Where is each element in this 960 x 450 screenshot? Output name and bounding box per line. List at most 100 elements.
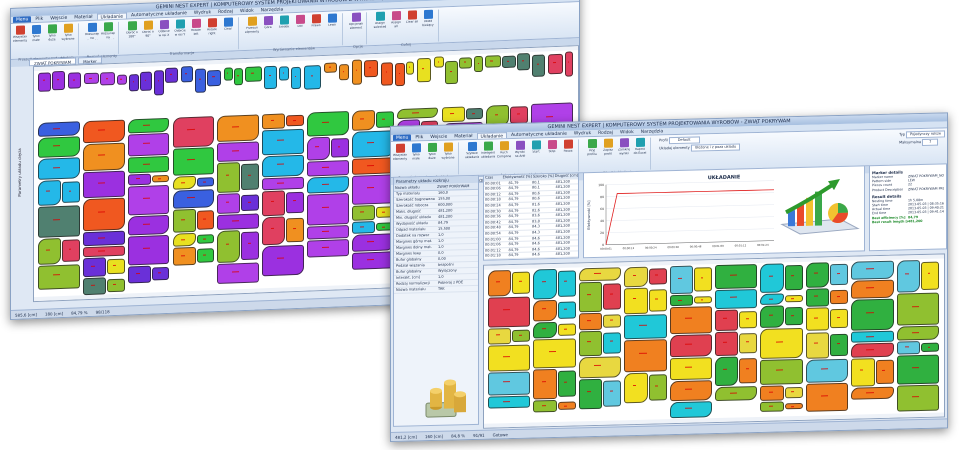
pattern-piece[interactable] <box>603 331 622 354</box>
pattern-piece[interactable] <box>760 305 784 329</box>
pattern-piece[interactable] <box>760 263 784 294</box>
pattern-piece[interactable] <box>578 267 622 281</box>
ribbon-button[interactable]: Tylko małe <box>409 143 423 175</box>
pattern-piece[interactable] <box>532 54 545 77</box>
pattern-piece[interactable] <box>557 323 576 336</box>
ribbon-tab[interactable]: Menu <box>393 134 412 141</box>
pattern-piece[interactable] <box>851 386 894 400</box>
pattern-piece[interactable] <box>603 314 622 328</box>
pattern-piece[interactable] <box>805 383 849 412</box>
pattern-piece[interactable] <box>434 56 444 68</box>
ribbon-button[interactable]: Dół <box>293 14 307 48</box>
pattern-piece[interactable] <box>307 110 349 137</box>
pattern-piece[interactable] <box>380 61 394 87</box>
pattern-piece[interactable] <box>82 230 125 246</box>
pattern-piece[interactable] <box>510 106 529 124</box>
ribbon-tab[interactable]: Wydruk <box>571 130 594 137</box>
ribbon-button[interactable]: Przesuń elementy ułożone <box>245 16 259 49</box>
pattern-piece[interactable] <box>444 60 459 85</box>
ribbon-button[interactable]: Użyj profilu <box>585 138 599 171</box>
pattern-piece[interactable] <box>217 213 260 231</box>
pattern-piece[interactable] <box>217 193 241 214</box>
pattern-piece[interactable] <box>172 189 215 209</box>
pattern-piece[interactable] <box>196 177 215 187</box>
pattern-piece[interactable] <box>875 359 894 384</box>
pattern-piece[interactable] <box>669 380 712 401</box>
pattern-piece[interactable] <box>920 261 939 290</box>
pattern-piece[interactable] <box>896 341 920 355</box>
pattern-piece[interactable] <box>307 136 330 161</box>
ribbon-button[interactable]: Obróć o 180° <box>125 21 139 54</box>
ribbon-button[interactable]: Układ bieżący <box>421 9 435 43</box>
ribbon-tab[interactable]: Rodzaj <box>215 8 236 15</box>
ribbon-tab[interactable]: Materiał <box>451 133 475 140</box>
pattern-piece[interactable] <box>217 262 260 284</box>
profile-select[interactable]: Default <box>668 136 700 145</box>
pattern-piece[interactable] <box>262 215 286 246</box>
ribbon-button[interactable]: Lewo <box>325 13 339 46</box>
pattern-piece[interactable] <box>488 327 512 345</box>
ribbon-tab[interactable]: Materiał <box>71 14 95 21</box>
pattern-piece[interactable] <box>323 62 338 74</box>
pattern-piece[interactable] <box>920 342 939 352</box>
pattern-piece[interactable] <box>830 333 849 356</box>
pattern-piece[interactable] <box>351 205 375 221</box>
pattern-piece[interactable] <box>307 192 349 226</box>
pattern-piece[interactable] <box>38 157 80 181</box>
pattern-piece[interactable] <box>286 191 304 213</box>
pattern-piece[interactable] <box>715 288 758 309</box>
pattern-piece[interactable] <box>351 174 394 205</box>
ribbon-tab[interactable]: Wejscie <box>47 15 70 22</box>
pattern-piece[interactable] <box>739 310 758 329</box>
pattern-piece[interactable] <box>62 239 80 262</box>
pattern-piece[interactable] <box>262 154 304 177</box>
pattern-piece[interactable] <box>805 307 830 332</box>
pattern-piece[interactable] <box>488 371 531 396</box>
ribbon-tab[interactable]: Widok <box>237 8 257 15</box>
ribbon-button[interactable]: Tylko wybrane <box>441 142 455 174</box>
pattern-piece[interactable] <box>127 265 151 284</box>
pattern-piece[interactable] <box>241 163 260 191</box>
pattern-piece[interactable] <box>127 132 170 157</box>
pattern-piece[interactable] <box>784 387 803 398</box>
pattern-piece[interactable] <box>488 344 531 372</box>
pattern-piece[interactable] <box>760 328 803 360</box>
pattern-piece[interactable] <box>516 53 530 71</box>
ribbon-tab[interactable]: Menu <box>13 16 32 23</box>
pattern-piece[interactable] <box>262 129 304 156</box>
pattern-piece[interactable] <box>151 266 170 281</box>
ribbon-button[interactable]: Clear all <box>405 10 419 43</box>
parameter-row[interactable]: Nazwa materiału TAK <box>394 285 478 294</box>
pattern-piece[interactable] <box>896 354 939 385</box>
pattern-piece[interactable] <box>82 171 125 199</box>
pattern-piece[interactable] <box>830 263 849 286</box>
pattern-piece[interactable] <box>784 402 803 410</box>
pattern-piece[interactable] <box>760 385 784 401</box>
ribbon-button[interactable]: Ruch Component <box>497 141 511 173</box>
pattern-piece[interactable] <box>331 137 349 158</box>
pattern-piece[interactable] <box>172 208 196 234</box>
ribbon-tab[interactable]: Wydruk <box>191 9 214 16</box>
pattern-piece[interactable] <box>578 330 603 357</box>
pattern-piece[interactable] <box>624 314 667 340</box>
pattern-piece[interactable] <box>262 244 304 277</box>
pattern-piece[interactable] <box>669 306 712 335</box>
pattern-piece[interactable] <box>223 67 233 82</box>
pattern-piece[interactable] <box>512 329 531 343</box>
pattern-piece[interactable] <box>805 262 830 288</box>
marker-canvas[interactable] <box>483 253 945 429</box>
pattern-piece[interactable] <box>351 157 394 175</box>
pattern-piece[interactable] <box>217 141 260 162</box>
pattern-piece[interactable] <box>693 267 712 292</box>
pattern-piece[interactable] <box>557 370 576 398</box>
pattern-piece[interactable] <box>106 258 125 275</box>
pattern-piece[interactable] <box>241 194 260 211</box>
pattern-piece[interactable] <box>488 270 512 297</box>
ribbon-button[interactable]: Rozsunięcie na długość <box>85 22 99 56</box>
pattern-piece[interactable] <box>304 65 322 90</box>
pattern-piece[interactable] <box>106 278 125 292</box>
ribbon-tab[interactable]: Plik <box>32 16 46 23</box>
pattern-piece[interactable] <box>547 53 563 75</box>
pattern-piece[interactable] <box>715 331 739 357</box>
pattern-piece[interactable] <box>127 117 170 134</box>
